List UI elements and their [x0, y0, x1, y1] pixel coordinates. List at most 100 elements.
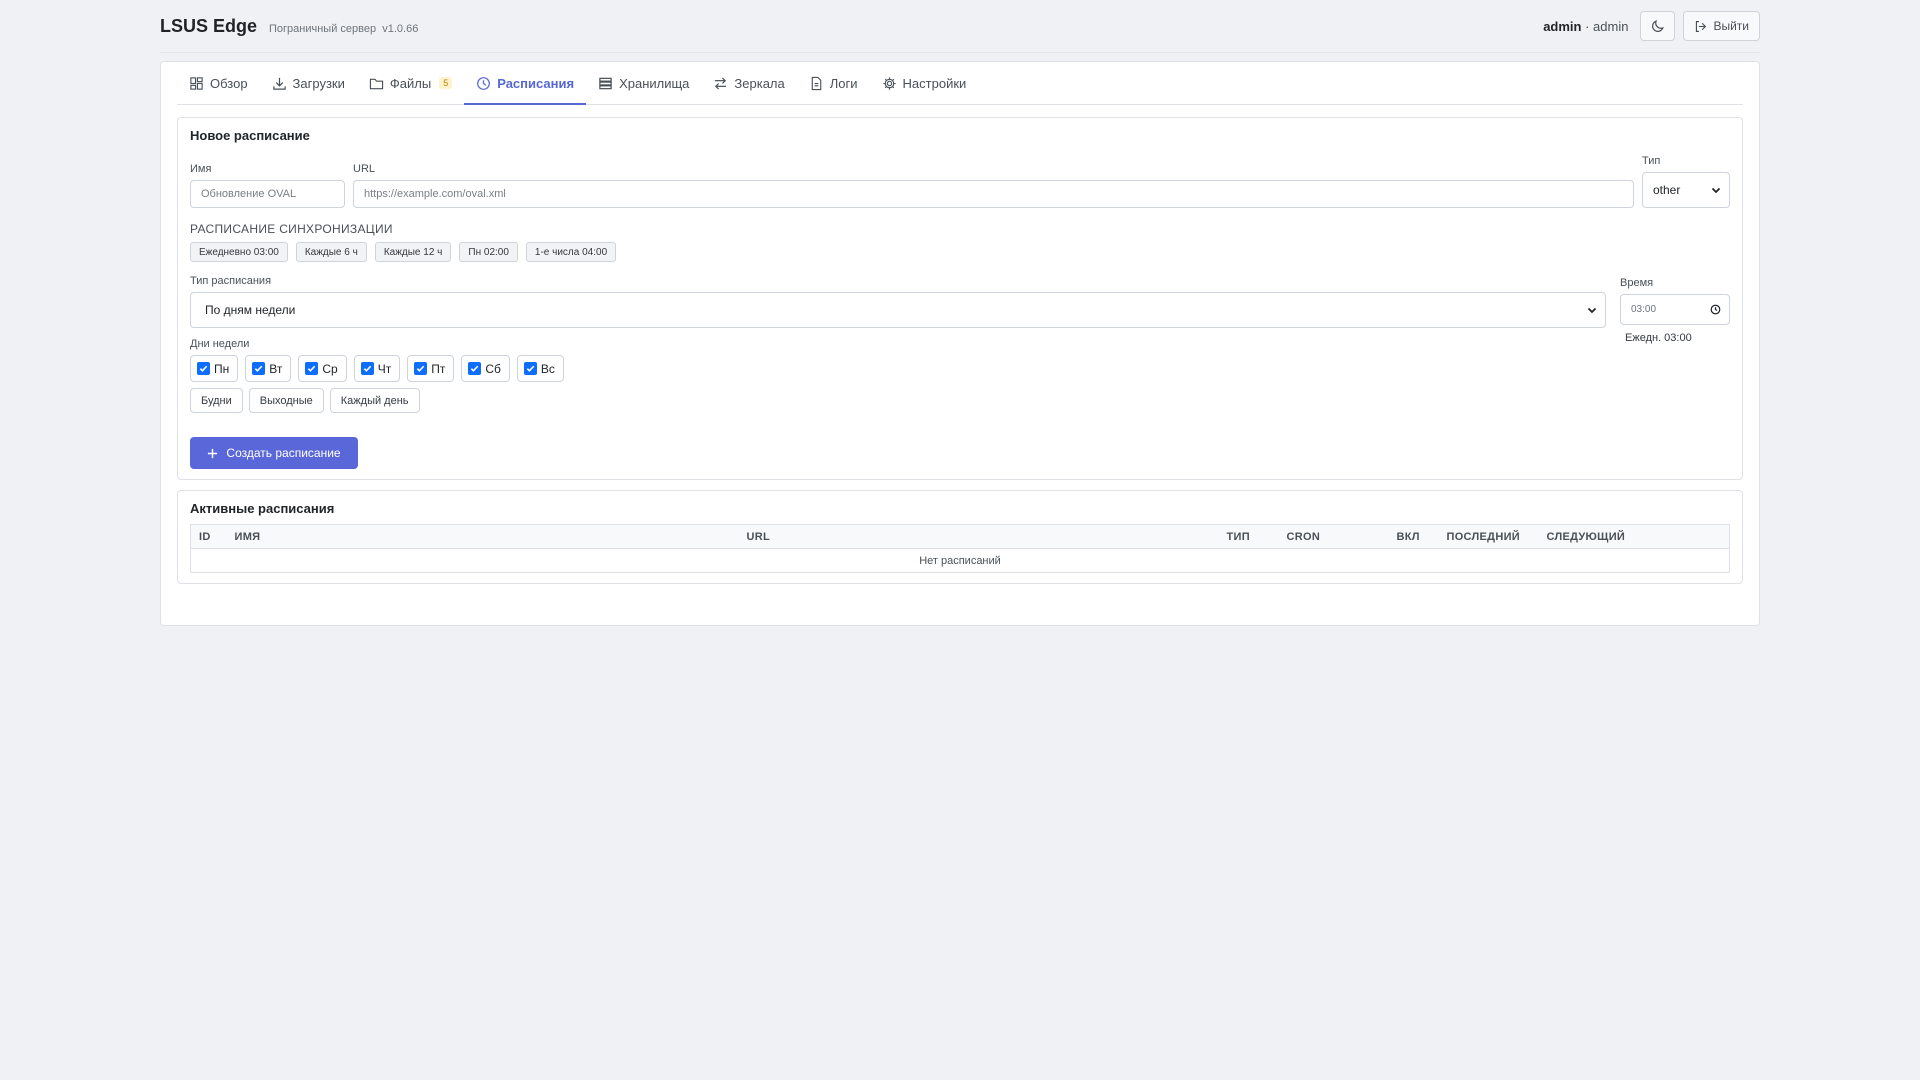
clock-icon — [1710, 304, 1721, 315]
day-checkbox-wed[interactable]: Ср — [298, 355, 347, 382]
table-row: Нет расписаний — [191, 549, 1730, 573]
logout-button[interactable]: Выйти — [1683, 11, 1760, 41]
weekday-checkboxes: Пн Вт Ср Чт Пт Сб Вс — [190, 355, 1606, 382]
type-select-value: other — [1653, 183, 1681, 197]
day-quick-select: Будни Выходные Каждый день — [190, 388, 1606, 413]
active-schedules-title: Активные расписания — [190, 501, 335, 516]
check-icon — [414, 362, 428, 375]
file-icon — [811, 76, 822, 90]
chevron-down-icon — [1711, 187, 1721, 194]
tab-label: Обзор — [210, 75, 248, 91]
app-header: LSUS Edge Пограничный сервер v1.0.66 adm… — [160, 0, 1760, 53]
type-field-group: Тип other — [1642, 155, 1730, 208]
user-role: admin — [1593, 18, 1629, 34]
storage-icon — [599, 77, 612, 89]
day-label: Пн — [214, 361, 230, 376]
time-field-group: Время 03:00 Ежедн. 03:00 — [1620, 277, 1730, 413]
url-input[interactable] — [353, 180, 1634, 208]
page: LSUS Edge Пограничный сервер v1.0.66 adm… — [160, 0, 1760, 626]
tab-downloads[interactable]: Загрузки — [260, 62, 357, 104]
brand: LSUS Edge Пограничный сервер v1.0.66 — [160, 16, 418, 37]
day-checkbox-sun[interactable]: Вс — [516, 355, 564, 382]
type-select[interactable]: other — [1642, 172, 1730, 208]
day-label: Вс — [540, 361, 555, 376]
schedule-type-select[interactable]: По дням недели — [190, 292, 1606, 328]
day-label: Сб — [485, 361, 501, 376]
check-icon — [252, 362, 266, 375]
active-schedules-section: Активные расписания ID ИМЯ URL ТИП CRON … — [177, 490, 1743, 584]
schedule-type-group: Тип расписания По дням недели Дни недели… — [190, 275, 1606, 413]
day-label: Чт — [377, 361, 392, 376]
user-info: admin · admin — [1543, 18, 1629, 34]
grid-icon — [190, 76, 203, 90]
server-description: Пограничный сервер — [269, 22, 377, 35]
day-checkbox-fri[interactable]: Пт — [407, 355, 455, 382]
tab-mirrors[interactable]: Зеркала — [701, 62, 796, 104]
folder-icon — [369, 78, 384, 89]
column-header-next[interactable]: СЛЕДУЮЩИЙ — [1538, 524, 1730, 549]
url-label: URL — [353, 163, 376, 175]
logout-icon — [1696, 20, 1707, 32]
tab-overview[interactable]: Обзор — [177, 62, 260, 104]
create-schedule-label: Создать расписание — [226, 446, 341, 460]
schedule-presets: Ежедневно 03:00 Каждые 6 ч Каждые 12 ч П… — [190, 242, 1730, 262]
day-checkbox-thu[interactable]: Чт — [353, 355, 401, 382]
tab-files[interactable]: Файлы 5 — [357, 62, 464, 104]
preset-button[interactable]: Каждые 12 ч — [374, 242, 452, 262]
check-icon — [305, 362, 319, 375]
schedule-type-value: По дням недели — [205, 303, 296, 317]
logout-label: Выйти — [1713, 19, 1749, 33]
tab-bar: Обзор Загрузки Файлы 5 Расписания Хранил… — [177, 62, 1743, 105]
time-input[interactable]: 03:00 — [1620, 294, 1730, 325]
tab-label: Логи — [829, 75, 858, 91]
name-field-group: Имя — [190, 163, 345, 208]
column-header-name[interactable]: ИМЯ — [226, 524, 739, 549]
app-subtitle: Пограничный сервер v1.0.66 — [269, 23, 418, 35]
column-header-last[interactable]: ПОСЛЕДНИЙ — [1438, 524, 1539, 549]
url-field-group: URL — [353, 163, 1634, 208]
day-checkbox-mon[interactable]: Пн — [190, 355, 239, 382]
new-schedule-form: Новое расписание Имя URL Тип other — [177, 117, 1743, 480]
day-checkbox-sat[interactable]: Сб — [461, 355, 510, 382]
weekends-button[interactable]: Выходные — [248, 388, 324, 413]
column-header-id[interactable]: ID — [190, 524, 227, 549]
weekdays-button[interactable]: Будни — [190, 388, 243, 413]
days-label: Дни недели — [190, 338, 250, 350]
tab-label: Хранилища — [619, 75, 690, 91]
tab-label: Зеркала — [734, 75, 785, 91]
preset-button[interactable]: Каждые 6 ч — [295, 242, 367, 262]
column-header-enabled[interactable]: ВКЛ — [1388, 524, 1439, 549]
tab-label: Настройки — [902, 75, 967, 91]
name-label: Имя — [190, 163, 212, 175]
tab-schedules[interactable]: Расписания — [464, 62, 586, 105]
column-header-url[interactable]: URL — [738, 524, 1219, 549]
day-checkbox-tue[interactable]: Вт — [245, 355, 292, 382]
tab-logs[interactable]: Логи — [797, 62, 870, 104]
day-label: Ср — [322, 361, 338, 376]
download-icon — [272, 77, 286, 90]
chevron-down-icon — [1587, 307, 1597, 314]
every-day-button[interactable]: Каждый день — [329, 388, 420, 413]
time-summary: Ежедн. 03:00 — [1625, 332, 1692, 344]
tab-label: Загрузки — [292, 75, 345, 91]
main-card: Обзор Загрузки Файлы 5 Расписания Хранил… — [160, 61, 1760, 626]
preset-button[interactable]: Пн 02:00 — [459, 242, 518, 262]
preset-button[interactable]: Ежедневно 03:00 — [190, 242, 288, 262]
create-schedule-button[interactable]: Создать расписание — [190, 437, 358, 469]
gear-icon — [882, 76, 896, 90]
new-schedule-title: Новое расписание — [190, 128, 310, 143]
theme-toggle-button[interactable] — [1640, 11, 1676, 41]
name-input[interactable] — [190, 180, 345, 208]
column-header-cron[interactable]: CRON — [1278, 524, 1389, 549]
schedules-table: ID ИМЯ URL ТИП CRON ВКЛ ПОСЛЕДНИЙ СЛЕДУЮ… — [190, 524, 1730, 573]
check-icon — [360, 362, 374, 375]
tab-settings[interactable]: Настройки — [870, 62, 979, 104]
schedule-type-row: Тип расписания По дням недели Дни недели… — [190, 275, 1730, 413]
schedule-type-label: Тип расписания — [190, 275, 272, 287]
moon-icon — [1652, 20, 1664, 32]
files-count-badge: 5 — [439, 77, 453, 89]
tab-storages[interactable]: Хранилища — [586, 62, 701, 104]
app-version: v1.0.66 — [382, 22, 419, 35]
column-header-type[interactable]: ТИП — [1218, 524, 1279, 549]
preset-button[interactable]: 1-е числа 04:00 — [525, 242, 617, 262]
